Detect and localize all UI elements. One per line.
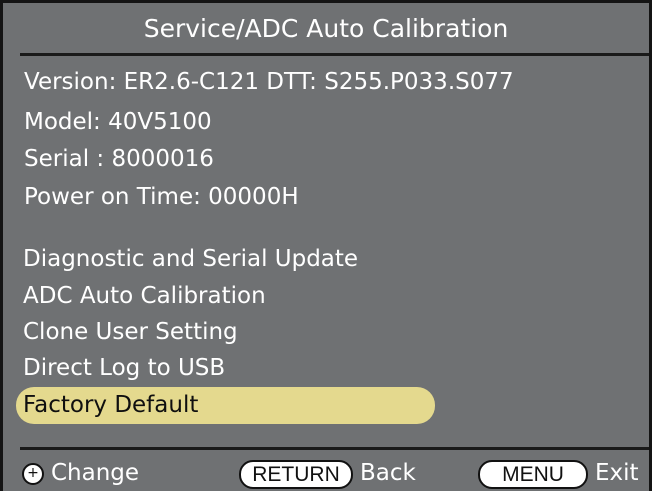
- footer-divider: [20, 447, 649, 450]
- version-info: Version: ER2.6-C121 DTT: S255.P033.S077: [24, 69, 514, 95]
- serial-info: Serial : 8000016: [24, 146, 214, 172]
- menu-key-button[interactable]: MENU: [478, 460, 588, 489]
- navigation-dial-icon: [22, 463, 44, 485]
- power-on-time-info: Power on Time: 00000H: [24, 184, 299, 210]
- model-info: Model: 40V5100: [24, 109, 212, 135]
- menu-item-factory-default[interactable]: Factory Default: [16, 387, 435, 424]
- screen-title: Service/ADC Auto Calibration: [143, 14, 509, 43]
- title-divider: [20, 53, 649, 56]
- menu-item-diagnostic-and-serial-update[interactable]: Diagnostic and Serial Update: [23, 243, 358, 275]
- footer-key-guide: Change RETURN Back MENU Exit: [3, 455, 649, 491]
- change-hint-label: Change: [51, 460, 140, 486]
- service-menu-screen: Service/ADC Auto Calibration Version: ER…: [0, 0, 652, 491]
- menu-item-clone-user-setting[interactable]: Clone User Setting: [23, 316, 238, 348]
- menu-item-direct-log-to-usb[interactable]: Direct Log to USB: [23, 352, 225, 384]
- back-hint-label: Back: [360, 460, 416, 486]
- exit-hint-label: Exit: [595, 460, 639, 486]
- menu-item-adc-auto-calibration[interactable]: ADC Auto Calibration: [23, 280, 266, 312]
- return-key-button[interactable]: RETURN: [239, 460, 353, 489]
